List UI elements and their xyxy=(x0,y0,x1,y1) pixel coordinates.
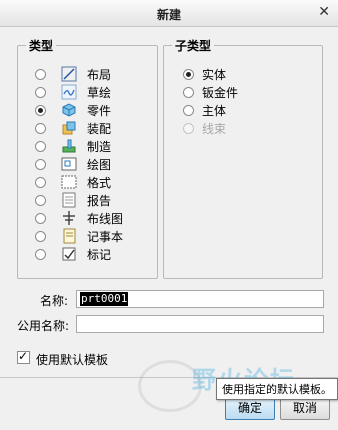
subtype-group-title: 子类型 xyxy=(172,37,215,54)
notebook-icon xyxy=(61,228,77,244)
type-option-3[interactable]: 装配 xyxy=(35,119,111,137)
subtype-option-3: 线束 xyxy=(183,119,226,137)
format-icon xyxy=(61,174,77,190)
type-label: 零件 xyxy=(87,103,112,118)
type-option-8[interactable]: 布线图 xyxy=(35,209,123,227)
assembly-icon xyxy=(61,120,77,136)
tooltip: 使用指定的默认模板。 xyxy=(216,378,338,400)
type-label: 记事本 xyxy=(87,229,124,244)
type-option-6[interactable]: 格式 xyxy=(35,173,111,191)
subtype-radio xyxy=(183,122,194,134)
subtype-label: 主体 xyxy=(202,103,227,118)
common-name-label: 公用名称: xyxy=(17,319,70,333)
type-option-5[interactable]: 绘图 xyxy=(35,155,111,173)
diagram-icon xyxy=(61,210,77,226)
type-group-title: 类型 xyxy=(26,37,57,54)
type-option-0[interactable]: 布局 xyxy=(35,65,111,83)
subtype-label: 线束 xyxy=(202,121,227,136)
name-field[interactable]: prt0001 xyxy=(76,290,324,308)
name-label: 名称: xyxy=(40,294,69,308)
type-radio[interactable] xyxy=(35,248,46,260)
type-label: 草绘 xyxy=(87,85,112,100)
subtype-group: 子类型 实体钣金件主体线束 xyxy=(163,37,323,279)
type-radio[interactable] xyxy=(35,176,46,188)
manufacturing-icon xyxy=(61,138,77,154)
type-radio[interactable] xyxy=(35,212,46,224)
type-group: 类型 布局草绘零件装配制造绘图格式报告布线图记事本标记 xyxy=(17,37,158,279)
use-default-template-label: 使用默认模板 xyxy=(36,353,109,367)
subtype-radio[interactable] xyxy=(183,104,194,116)
type-option-4[interactable]: 制造 xyxy=(35,137,111,155)
subtype-option-2[interactable]: 主体 xyxy=(183,101,226,119)
subtype-label: 钣金件 xyxy=(202,85,239,100)
type-label: 布线图 xyxy=(87,211,124,226)
subtype-option-1[interactable]: 钣金件 xyxy=(183,83,238,101)
type-radio[interactable] xyxy=(35,158,46,170)
use-default-template-checkbox[interactable] xyxy=(17,349,30,364)
subtype-radio[interactable] xyxy=(183,68,194,80)
type-option-10[interactable]: 标记 xyxy=(35,245,111,263)
type-radio[interactable] xyxy=(35,194,46,206)
drawing-icon xyxy=(61,156,77,172)
name-value: prt0001 xyxy=(80,292,129,306)
type-option-1[interactable]: 草绘 xyxy=(35,83,111,101)
type-radio[interactable] xyxy=(35,230,46,242)
type-radio[interactable] xyxy=(35,122,46,134)
sketch-icon xyxy=(61,84,77,100)
report-icon xyxy=(61,192,77,208)
type-option-9[interactable]: 记事本 xyxy=(35,227,123,245)
type-option-2[interactable]: 零件 xyxy=(35,101,111,119)
type-radio[interactable] xyxy=(35,86,46,98)
markup-icon xyxy=(61,246,77,262)
type-label: 装配 xyxy=(87,121,112,136)
type-label: 制造 xyxy=(87,139,112,154)
type-radio[interactable] xyxy=(35,104,46,116)
dialog-title: 新建 xyxy=(156,8,181,22)
type-label: 标记 xyxy=(87,247,112,262)
type-label: 布局 xyxy=(87,67,112,82)
type-option-7[interactable]: 报告 xyxy=(35,191,111,209)
part-icon xyxy=(61,102,77,118)
layout-icon xyxy=(61,66,77,82)
type-radio[interactable] xyxy=(35,68,46,80)
subtype-label: 实体 xyxy=(202,67,227,82)
close-icon[interactable]: ✕ xyxy=(318,4,330,20)
type-label: 报告 xyxy=(87,193,112,208)
common-name-field[interactable] xyxy=(76,315,324,333)
type-radio[interactable] xyxy=(35,140,46,152)
subtype-radio[interactable] xyxy=(183,86,194,98)
type-label: 绘图 xyxy=(87,157,112,172)
type-label: 格式 xyxy=(87,175,112,190)
title-bar: 新建 ✕ xyxy=(0,0,338,27)
subtype-option-0[interactable]: 实体 xyxy=(183,65,226,83)
